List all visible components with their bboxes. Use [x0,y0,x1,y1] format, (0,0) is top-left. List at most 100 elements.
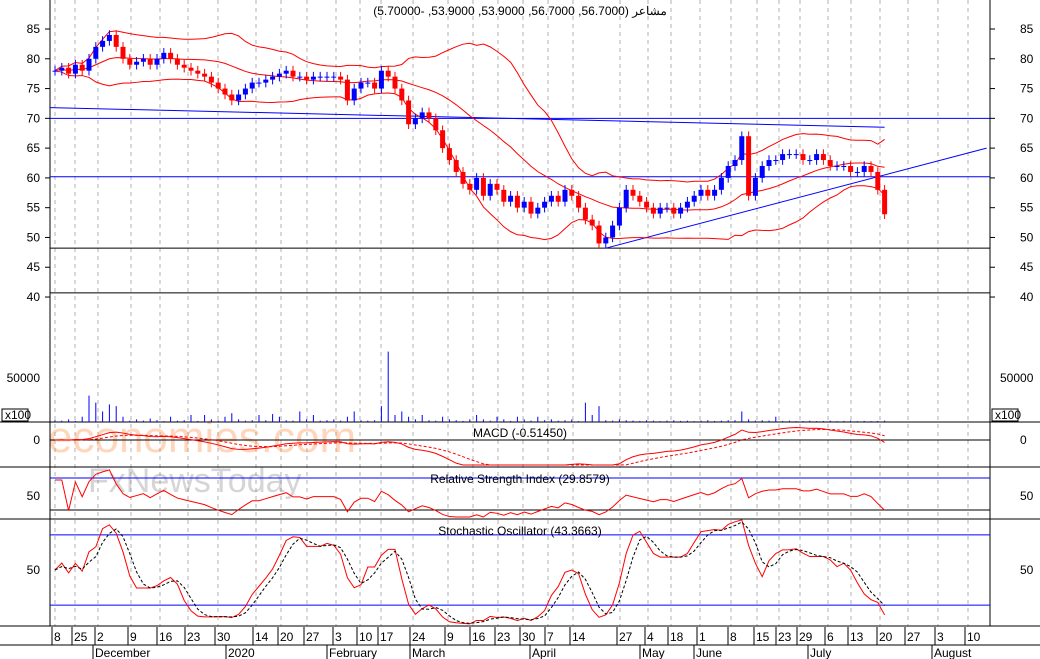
candle-body [338,76,344,80]
candle-body [324,76,330,78]
candle-body [140,58,146,62]
candle-body [344,79,350,101]
candle-body [834,165,840,167]
candle-body [113,34,119,47]
price-tick-label-left: 85 [27,22,41,36]
candle-body [732,160,738,166]
price-tick-label-left: 70 [27,111,41,125]
candle-body [331,76,337,78]
candle-body [725,165,731,178]
candle-body [222,88,228,95]
candle-body [310,76,316,80]
candle-body [521,201,527,208]
candle-body [372,82,378,89]
candle-body [752,177,758,196]
candle-body [684,201,690,208]
x-tick-label: 9 [130,630,137,644]
candle-body [263,79,269,83]
candle-body [358,82,364,89]
x-tick-label: 29 [799,630,813,644]
price-tick-label-right: 45 [1020,260,1034,274]
price-tick-label-right: 60 [1020,171,1034,185]
candle-body [86,58,92,71]
volume-unit-label-left: x100 [5,408,31,422]
candle-body [127,58,133,65]
candle-body [535,207,541,214]
x-month-label: February [329,646,377,659]
price-tick-label-left: 75 [27,82,41,96]
x-tick-label: 20 [280,630,294,644]
candle-body [446,148,452,161]
candle-body [508,195,514,202]
x-tick-label: 13 [850,630,864,644]
candle-body [569,189,575,196]
candle-body [501,189,507,202]
candle-body [242,88,248,95]
volume-tick-label-right: 50000 [1000,371,1034,385]
candle-body [419,112,425,119]
price-tick-label-right: 75 [1020,82,1034,96]
candle-body [426,112,432,119]
candle-body [480,177,486,196]
x-tick-label: 18 [670,630,684,644]
x-tick-label: 3 [335,630,342,644]
bollinger-lower-band [54,70,885,241]
candle-body [678,207,684,214]
candle-body [59,67,65,71]
candle-body [229,94,235,101]
x-tick-label: 15 [756,630,770,644]
x-tick-label: 27 [907,630,921,644]
price-tick-label-right: 55 [1020,201,1034,215]
price-tick-label-left: 50 [27,230,41,244]
candle-body [841,165,847,167]
candle-body [861,165,867,172]
price-tick-label-left: 80 [27,52,41,66]
candle-body [718,177,724,190]
volume-unit-label-right: x100 [995,408,1021,422]
price-tick-label-right: 70 [1020,111,1034,125]
chart-title: مشاعر (56.7000, 56.7000, 53.9000, 53.900… [373,4,667,18]
candle-body [868,165,874,172]
candle-body [181,64,187,68]
candle-body [276,73,282,77]
candle-body [786,154,792,156]
candle-body [147,58,153,65]
candle-body [188,67,194,71]
candle-body [79,64,85,71]
watermark-logo-fxnewstoday: FxNewsToday [88,462,302,500]
candle-body [351,88,357,101]
candle-body [399,88,405,101]
candle-body [514,195,520,208]
x-tick-label: 10 [359,630,373,644]
x-tick-label: 20 [879,630,893,644]
x-month-label: August [934,646,972,659]
candle-body [378,70,384,89]
candle-body [134,61,140,65]
candle-body [440,130,446,149]
x-tick-label: 23 [187,630,201,644]
candle-body [487,183,493,196]
candle-body [698,189,704,196]
candle-body [467,183,473,190]
price-tick-label-right: 40 [1020,290,1034,304]
candle-body [249,82,255,89]
panel-frames [0,0,1040,646]
x-tick-label: 4 [647,630,654,644]
x-tick-label: 23 [778,630,792,644]
x-tick-label: 14 [255,630,269,644]
x-month-label: 2020 [228,646,255,659]
candle-body [882,189,888,215]
candle-body [106,34,112,41]
candle-body [746,136,752,196]
x-month-label: March [412,646,445,659]
candle-body [283,70,289,74]
candle-body [644,201,650,208]
stock-chart: economies.com FxNewsToday 8 25 2 9 16 23 30 14 2… [0,0,1040,659]
candle-body [800,154,806,161]
x-tick-label: 9 [447,630,454,644]
candle-body [576,195,582,208]
x-tick-label: 1 [699,630,706,644]
candle-body [555,195,561,202]
candle-body [317,76,323,78]
price-tick-label-left: 65 [27,141,41,155]
